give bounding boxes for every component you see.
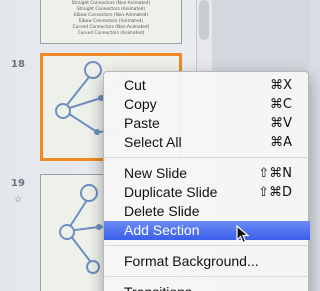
menu-item-paste[interactable]: Paste ⌘V xyxy=(104,114,310,133)
menu-item-delete-slide[interactable]: Delete Slide xyxy=(104,202,310,221)
menu-separator xyxy=(105,276,309,277)
menu-item-duplicate-slide[interactable]: Duplicate Slide ⇧⌘D xyxy=(104,183,310,202)
menu-item-shortcut: ⇧⌘N xyxy=(258,166,292,181)
menu-item-label: Add Section xyxy=(124,222,200,238)
menu-item-select-all[interactable]: Select All ⌘A xyxy=(104,133,310,152)
menu-item-shortcut: ⇧⌘D xyxy=(258,185,292,200)
menu-item-label: Cut xyxy=(124,77,146,93)
menu-item-transitions[interactable]: Transitions xyxy=(104,283,310,291)
animation-star-icon: ☆ xyxy=(14,194,23,204)
menu-separator xyxy=(105,157,309,158)
menu-item-copy[interactable]: Copy ⌘C xyxy=(104,95,310,114)
scrollbar-thumb[interactable] xyxy=(199,0,209,40)
mouse-pointer-icon xyxy=(236,225,250,244)
menu-item-label: Duplicate Slide xyxy=(124,184,218,200)
menu-item-new-slide[interactable]: New Slide ⇧⌘N xyxy=(104,164,310,183)
menu-item-shortcut: ⌘A xyxy=(270,135,292,150)
menu-item-label: Format Background... xyxy=(124,253,259,269)
slide-number: 18 xyxy=(11,59,25,70)
slide-thumbnail[interactable]: Straight Connectors (Non-Animated) Strai… xyxy=(40,0,182,44)
menu-item-label: Copy xyxy=(124,96,157,112)
menu-separator xyxy=(105,245,309,246)
menu-item-add-section[interactable]: Add Section xyxy=(104,221,310,240)
menu-item-label: Delete Slide xyxy=(124,203,200,219)
menu-item-label: Paste xyxy=(124,115,160,131)
context-menu: Cut ⌘X Copy ⌘C Paste ⌘V Select All ⌘A Ne… xyxy=(103,71,310,291)
menu-item-label: Select All xyxy=(124,134,182,150)
menu-item-shortcut: ⌘C xyxy=(269,97,292,112)
menu-item-cut[interactable]: Cut ⌘X xyxy=(104,76,310,95)
thumb-line: Curved Connectors (Animated) xyxy=(77,31,145,36)
menu-item-label: Transitions xyxy=(124,283,192,291)
menu-item-shortcut: ⌘V xyxy=(270,116,292,131)
menu-item-label: New Slide xyxy=(124,165,188,181)
menu-item-shortcut: ⌘X xyxy=(270,78,292,93)
menu-item-format-background[interactable]: Format Background... xyxy=(104,252,310,271)
slide-number: 19 xyxy=(11,178,25,189)
